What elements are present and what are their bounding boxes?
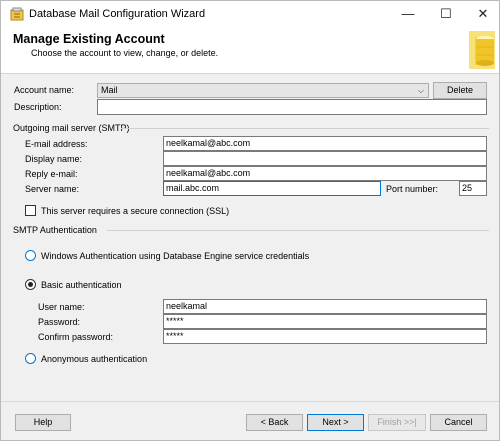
wizard-window: Database Mail Configuration Wizard — ☐ ✕…: [0, 0, 500, 441]
account-name-dropdown[interactable]: Mail ⌵: [97, 83, 429, 98]
display-name-label: Display name:: [25, 154, 83, 164]
finish-button[interactable]: Finish >>|: [368, 414, 426, 431]
title-bar[interactable]: Database Mail Configuration Wizard — ☐ ✕: [1, 1, 499, 27]
radio-selected-dot: [28, 282, 33, 287]
password-label: Password:: [38, 317, 81, 327]
delete-button[interactable]: Delete: [433, 82, 487, 99]
minimize-icon[interactable]: —: [390, 1, 426, 27]
username-label: User name:: [38, 302, 85, 312]
server-name-field[interactable]: mail.abc.com: [163, 181, 381, 196]
basic-auth-label: Basic authentication: [41, 280, 122, 290]
username-field[interactable]: neelkamal: [163, 299, 487, 314]
wizard-header: Manage Existing Account Choose the accou…: [1, 27, 499, 74]
back-button[interactable]: < Back: [246, 414, 303, 431]
cancel-button[interactable]: Cancel: [430, 414, 487, 431]
anonymous-auth-radio[interactable]: [25, 353, 36, 364]
description-field[interactable]: [97, 99, 487, 115]
account-name-value: Mail: [101, 85, 118, 95]
reply-email-field[interactable]: neelkamal@abc.com: [163, 166, 487, 181]
help-button[interactable]: Help: [15, 414, 71, 431]
footer-divider: [1, 401, 499, 402]
anonymous-auth-label: Anonymous authentication: [41, 354, 148, 364]
port-number-label: Port number:: [386, 184, 439, 194]
windows-auth-label: Windows Authentication using Database En…: [41, 251, 310, 261]
close-icon[interactable]: ✕: [465, 1, 500, 27]
app-icon: [10, 7, 24, 21]
port-number-field[interactable]: 25: [459, 181, 487, 196]
basic-auth-radio[interactable]: [25, 279, 36, 290]
confirm-password-field[interactable]: *****: [163, 329, 487, 344]
next-button[interactable]: Next >: [307, 414, 364, 431]
display-name-field[interactable]: [163, 151, 487, 166]
server-name-label: Server name:: [25, 184, 80, 194]
page-title: Manage Existing Account: [13, 32, 165, 46]
email-label: E-mail address:: [25, 139, 88, 149]
password-field[interactable]: *****: [163, 314, 487, 329]
smtp-group-title: Outgoing mail server (SMTP): [13, 123, 130, 133]
reply-email-label: Reply e-mail:: [25, 169, 78, 179]
wizard-header-icon: [449, 27, 499, 73]
window-title: Database Mail Configuration Wizard: [29, 8, 206, 20]
confirm-password-label: Confirm password:: [38, 332, 114, 342]
email-field[interactable]: neelkamal@abc.com: [163, 136, 487, 151]
description-label: Description:: [14, 102, 62, 112]
windows-auth-radio[interactable]: [25, 250, 36, 261]
ssl-checkbox[interactable]: [25, 205, 36, 216]
auth-group-divider: [107, 230, 489, 231]
account-name-label: Account name:: [14, 85, 75, 95]
auth-group-title: SMTP Authentication: [13, 225, 97, 235]
ssl-label: This server requires a secure connection…: [41, 206, 230, 216]
chevron-down-icon: ⌵: [417, 86, 424, 95]
page-subtitle: Choose the account to view, change, or d…: [31, 48, 219, 58]
maximize-icon[interactable]: ☐: [428, 1, 464, 27]
smtp-group-divider: [121, 128, 489, 129]
